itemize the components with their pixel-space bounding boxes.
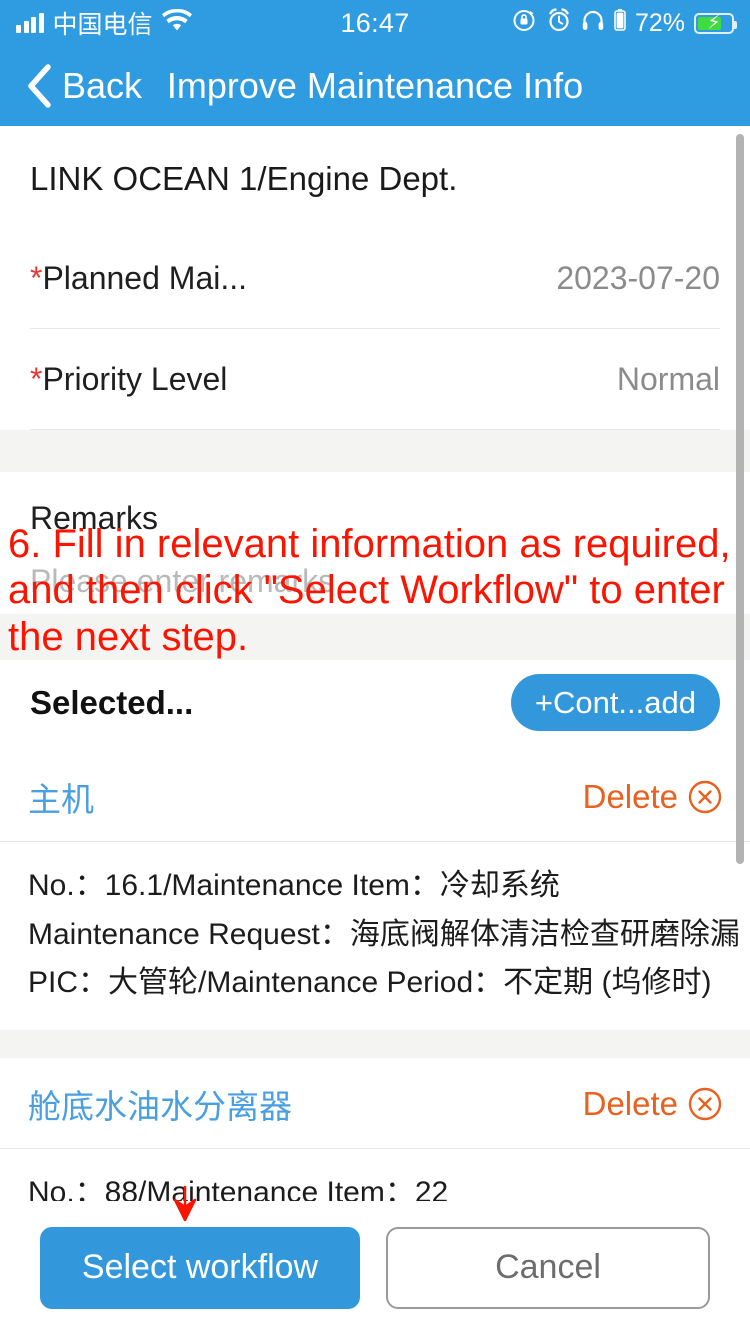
back-button[interactable]: Back: [0, 64, 142, 108]
circle-x-icon: [688, 1087, 722, 1121]
field-label-planned-maintenance: *Planned Mai...: [30, 260, 247, 297]
vertical-scrollbar[interactable]: [736, 134, 744, 864]
field-value-priority-level: Normal: [616, 360, 720, 397]
status-bar-right: 72% ⚡: [511, 7, 737, 40]
select-workflow-button[interactable]: Select workflow: [40, 1226, 360, 1309]
cancel-button[interactable]: Cancel: [386, 1226, 710, 1309]
status-bar: 中国电信 16:47 72% ⚡: [0, 0, 750, 46]
equipment-name-link[interactable]: 舱底水油水分离器: [28, 1080, 292, 1128]
form-scroll-area[interactable]: LINK OCEAN 1/Engine Dept. *Planned Mai..…: [0, 126, 750, 1201]
signal-bars-icon: [16, 13, 44, 33]
required-asterisk: *: [30, 360, 43, 397]
maintenance-item-body: No.：16.1/Maintenance Item：冷却系统 Maintenan…: [0, 842, 750, 1030]
alarm-clock-icon: [546, 7, 572, 40]
remarks-input[interactable]: Please enter remarks: [30, 563, 720, 600]
maintenance-item-line: PIC：大管轮/Maintenance Period：不定期 (坞修时): [28, 966, 712, 1000]
section-spacer: [0, 430, 750, 472]
field-label-text: Planned Mai...: [42, 259, 248, 296]
battery-charging-icon: ⚡: [694, 12, 737, 34]
section-spacer: [0, 1029, 750, 1058]
remarks-label: Remarks: [30, 500, 159, 536]
rotation-lock-icon: [511, 7, 537, 40]
delete-label: Delete: [582, 778, 678, 815]
section-spacer: [0, 614, 750, 660]
maintenance-item-body: No.：88/Maintenance Item：22: [0, 1149, 750, 1201]
maintenance-item-header: 主机 Delete: [0, 751, 750, 842]
maintenance-item-line: No.：16.1/Maintenance Item：冷却系统: [28, 869, 560, 902]
navigation-bar: Back Improve Maintenance Info: [0, 46, 750, 126]
delete-button[interactable]: Delete: [583, 778, 722, 816]
chevron-left-icon: [26, 64, 52, 108]
accessory-battery-icon: [614, 8, 626, 39]
bottom-action-bar: Select workflow Cancel: [0, 1201, 750, 1334]
remarks-block: Remarks Please enter remarks: [0, 472, 750, 600]
field-row-planned-maintenance[interactable]: *Planned Mai... 2023-07-20: [30, 228, 720, 329]
status-bar-left: 中国电信: [16, 5, 192, 41]
delete-button[interactable]: Delete: [583, 1085, 722, 1123]
selected-items-header: Selected... +Cont...add: [0, 660, 750, 751]
battery-percent-label: 72%: [634, 8, 685, 37]
carrier-label: 中国电信: [52, 11, 153, 39]
add-content-button[interactable]: +Cont...add: [510, 674, 720, 731]
wifi-icon: [161, 8, 192, 39]
field-row-priority-level[interactable]: *Priority Level Normal: [30, 329, 720, 430]
maintenance-item-header: 舱底水油水分离器 Delete: [0, 1058, 750, 1149]
field-label-text: Priority Level: [42, 360, 228, 397]
delete-label: Delete: [582, 1084, 678, 1122]
required-asterisk: *: [30, 259, 43, 296]
equipment-name-link[interactable]: 主机: [28, 773, 94, 821]
maintenance-item-line: Maintenance Request：海底阀解体清洁检查研磨除漏: [28, 917, 740, 951]
vessel-department-label: LINK OCEAN 1/Engine Dept.: [30, 160, 458, 197]
headphones-icon: [581, 8, 605, 39]
field-value-planned-maintenance: 2023-07-20: [556, 259, 720, 296]
back-label: Back: [62, 65, 143, 106]
selected-items-label: Selected...: [30, 683, 194, 721]
field-label-priority-level: *Priority Level: [30, 361, 227, 398]
circle-x-icon: [688, 780, 722, 814]
maintenance-item-line: No.：88/Maintenance Item：22: [28, 1175, 449, 1201]
